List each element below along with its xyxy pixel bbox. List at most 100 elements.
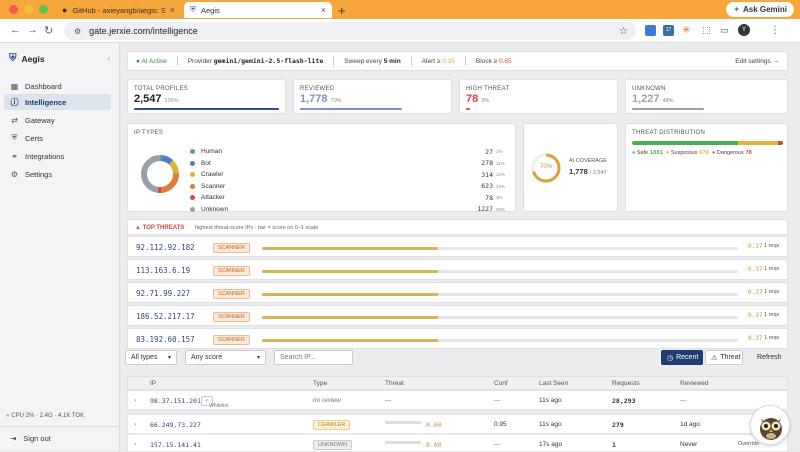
edit-settings-link[interactable]: Edit settings → [735, 58, 779, 65]
tab-aegis[interactable]: ⛨ Aegis × [184, 2, 332, 18]
provider-value: gemini/gemini-2.5-flash-lite [213, 57, 324, 65]
sign-out-button[interactable]: ⇥ Sign out [10, 434, 51, 443]
sidebar-item-certs[interactable]: ⛨ Certs [4, 130, 111, 146]
divider [333, 56, 335, 66]
ip-type-count: 1227 [477, 205, 493, 213]
row-ip[interactable]: 157.15.141.41 [150, 441, 201, 449]
row-reviewed: 1d ago [680, 421, 700, 428]
unknown-badge: UNKNOWN [313, 440, 353, 450]
row-type: no review [313, 397, 341, 404]
minimize-window-button[interactable] [24, 5, 33, 14]
ai-coverage-panel: 70% AI COVERAGE 1,778/ 2,547 [523, 123, 618, 212]
maximize-window-button[interactable] [39, 5, 48, 14]
sidebar-item-label: Certs [25, 133, 43, 143]
row-last-seen: 11s ago [539, 397, 562, 404]
window-controls [9, 5, 48, 14]
reload-icon[interactable]: ↻ [44, 24, 53, 37]
kpi-value: 78 3% [466, 93, 489, 105]
threat-row[interactable]: 186.52.217.17 SCANNER 0.37 1 reqs [127, 305, 788, 326]
threat-ip[interactable]: 113.163.6.19 [136, 266, 190, 275]
forward-icon[interactable]: → [27, 24, 38, 36]
ip-type-dot-icon [190, 172, 195, 177]
back-icon[interactable]: ← [10, 24, 21, 36]
alert-threshold: Alert ≥ 0.35 [422, 58, 455, 65]
extension-badge-icon[interactable]: 17 [663, 25, 674, 36]
sidebar-item-gateway[interactable]: ⇄ Gateway [4, 112, 111, 128]
profile-avatar[interactable]: Y [738, 24, 750, 36]
sidebar-item-integrations[interactable]: ⚭ Integrations [4, 148, 111, 164]
browser-tab-bar: ● GitHub - axieyangb/aegis: Se… × ⛨ Aegi… [0, 0, 800, 19]
column-header-threat[interactable]: Threat [385, 380, 404, 387]
threat-score: 0.37 [748, 289, 763, 296]
site-info-icon[interactable]: ⚙ [74, 27, 81, 36]
column-header-conf[interactable]: Conf [494, 380, 508, 387]
extension-icon[interactable] [645, 25, 656, 36]
threat-row[interactable]: 83.192.60.157 SCANNER 0.37 1 reqs [127, 328, 788, 349]
threat-ip[interactable]: 186.52.217.17 [136, 312, 195, 321]
scanner-badge: SCANNER [213, 312, 250, 322]
chevron-down-icon: ▾ [256, 355, 260, 361]
search-ip-input[interactable] [274, 350, 353, 365]
score-filter-value: Any score [191, 354, 223, 361]
column-header-requests[interactable]: Requests [612, 380, 639, 387]
tab-github[interactable]: ● GitHub - axieyangb/aegis: Se… × [56, 2, 181, 18]
column-header-ip[interactable]: IP [150, 380, 156, 387]
threat-ip[interactable]: 92.112.92.182 [136, 243, 195, 252]
sort-recent-button[interactable]: ◷ Recent [661, 350, 703, 365]
threat-score: 0.37 [748, 266, 763, 273]
integrations-icon: ⚭ [11, 151, 18, 161]
expand-row-icon[interactable]: › [134, 421, 136, 428]
column-header-reviewed[interactable]: Reviewed [680, 380, 709, 387]
sidebar-item-intelligence[interactable]: ⓘ Intelligence [4, 94, 111, 110]
bookmark-star-icon[interactable]: ☆ [619, 26, 628, 37]
collapse-sidebar-icon[interactable]: ‹ [107, 54, 110, 63]
threat-score: 0.37 [748, 312, 763, 319]
brand[interactable]: ⛨ Aegis [9, 53, 45, 64]
table-row[interactable]: › 157.15.141.41 UNKNOWN 0.00 — 17s ago 1… [127, 434, 788, 452]
threat-ip[interactable]: 83.192.60.157 [136, 335, 195, 344]
type-filter-select[interactable]: All types ▾ [125, 350, 177, 365]
assistant-owl-button[interactable] [750, 405, 790, 445]
extensions-puzzle-icon[interactable]: ⬚ [702, 25, 713, 36]
sidebar-panel-icon[interactable]: ▭ [720, 25, 731, 36]
threat-row[interactable]: 92.112.92.182 SCANNER 0.37 1 reqs [127, 236, 788, 257]
threat-row[interactable]: 113.163.6.19 SCANNER 0.37 1 reqs [127, 259, 788, 280]
kpi-label: TOTAL PROFILES [134, 86, 189, 92]
column-header-type[interactable]: Type [313, 380, 327, 387]
table-row[interactable]: › 98.37.151.201 ✓ Whitelist no review — … [127, 390, 788, 410]
recent-label: Recent [676, 354, 699, 361]
close-tab-icon[interactable]: × [321, 5, 326, 15]
expand-row-icon[interactable]: › [134, 397, 136, 404]
row-ip[interactable]: 66.249.73.227 [150, 421, 201, 429]
kpi-number: 2,547 [134, 93, 162, 105]
new-tab-button[interactable]: + [338, 3, 346, 18]
asterisk-extension-icon[interactable]: ✳ [682, 25, 693, 36]
sidebar-item-settings[interactable]: ⚙ Settings [4, 166, 111, 182]
ip-type-label: Scanner [201, 182, 226, 190]
column-header-last-seen[interactable]: Last Seen [539, 380, 568, 387]
url-field[interactable]: ⚙ gate.jerxie.com/intelligence ☆ [64, 22, 636, 40]
kpi-bar [632, 108, 704, 110]
close-tab-icon[interactable]: × [170, 5, 175, 15]
brand-name: Aegis [21, 53, 45, 64]
close-window-button[interactable] [9, 5, 18, 14]
score-filter-select[interactable]: Any score ▾ [185, 350, 266, 365]
row-threat: 0.00 [426, 441, 442, 449]
status-dot-icon: ● [6, 413, 10, 419]
refresh-button[interactable]: Refresh [757, 354, 782, 361]
table-row[interactable]: › 66.249.73.227 CRAWLER 0.00 0.95 11s ag… [127, 414, 788, 434]
divider [410, 56, 412, 66]
gear-icon: ⚙ [10, 169, 19, 179]
threat-row[interactable]: 92.71.99.227 SCANNER 0.37 1 reqs [127, 282, 788, 303]
coverage-count: 1,778 [569, 167, 588, 176]
ip-type-count: 278 [481, 159, 493, 167]
sort-threat-button[interactable]: ⚠ Threat [705, 350, 743, 365]
threat-ip[interactable]: 92.71.99.227 [136, 289, 190, 298]
ai-status-bar: ● AI Active Provider gemini/gemini-2.5-f… [127, 51, 788, 71]
row-ip[interactable]: 98.37.151.201 [150, 397, 201, 405]
more-menu-icon[interactable]: ⋮ [770, 25, 781, 36]
expand-row-icon[interactable]: › [134, 441, 136, 448]
sidebar-item-dashboard[interactable]: ▦ Dashboard [4, 78, 111, 94]
ip-type-row: Crawler 314 12% [190, 169, 510, 180]
ask-gemini-button[interactable]: ✦ Ask Gemini [726, 2, 794, 17]
